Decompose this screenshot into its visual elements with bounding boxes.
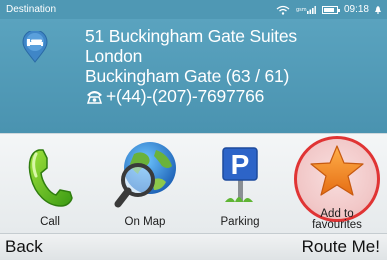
wifi-icon <box>276 5 290 15</box>
alarm-icon <box>375 5 381 14</box>
destination-street: Buckingham Gate (63 / 61) <box>85 66 290 86</box>
destination-panel: 51 Buckingham Gate Suites London Bucking… <box>0 19 387 133</box>
destination-details: 51 Buckingham Gate Suites London Bucking… <box>85 26 297 106</box>
destination-phone: +(44)-(207)-7697766 <box>106 86 265 106</box>
svg-text:P: P <box>231 149 250 180</box>
route-me-button[interactable]: Route Me! <box>302 237 380 257</box>
clock: 09:18 <box>343 4 369 15</box>
status-bar: Destination gsm 09:18 <box>0 0 387 19</box>
svg-text:gsm: gsm <box>296 7 307 13</box>
destination-phone-row: +(44)-(207)-7697766 <box>85 86 297 106</box>
battery-fill <box>323 7 334 12</box>
on-map-label: On Map <box>124 216 166 228</box>
action-bar: Call On Map P Parking Add to favourites <box>0 133 387 233</box>
on-map-button[interactable]: On Map <box>100 134 190 234</box>
signal-icon: gsm <box>296 5 316 15</box>
parking-label: Parking <box>220 216 260 228</box>
add-to-favourites-label: Add to favourites <box>287 208 387 231</box>
telephone-icon <box>86 90 103 104</box>
screen-title: Destination <box>6 4 57 15</box>
parking-sign-icon: P <box>222 147 258 202</box>
status-icons: gsm 09:18 <box>276 4 381 15</box>
add-to-favourites-button[interactable]: Add to favourites <box>287 134 387 234</box>
destination-name: 51 Buckingham Gate Suites <box>85 26 297 46</box>
parking-button[interactable]: P Parking <box>195 134 285 234</box>
star-icon <box>310 145 364 196</box>
call-button[interactable]: Call <box>5 134 95 234</box>
bed-pin-icon <box>22 31 48 63</box>
softkey-bar: Back Route Me! <box>0 233 387 260</box>
battery-icon <box>321 5 340 14</box>
phone-handset-icon <box>28 149 73 207</box>
globe-magnifier-icon <box>114 142 176 208</box>
call-label: Call <box>40 216 60 228</box>
back-button[interactable]: Back <box>5 237 43 257</box>
add-to-favourites-label-line2: favourites <box>312 219 362 231</box>
destination-city: London <box>85 46 143 66</box>
